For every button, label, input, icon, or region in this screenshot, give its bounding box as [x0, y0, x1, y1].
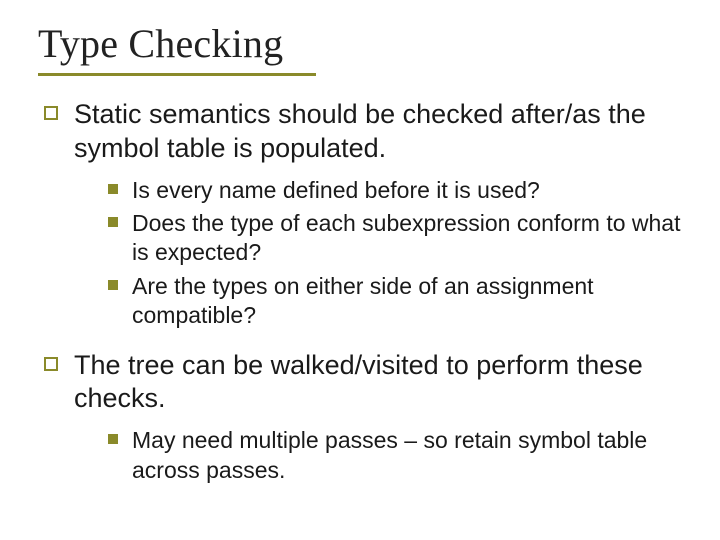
sub-list: May need multiple passes – so retain sym…: [108, 426, 682, 485]
bullet-level2: Is every name defined before it is used?: [108, 176, 682, 205]
sub-list: Is every name defined before it is used?…: [108, 176, 682, 331]
square-solid-icon: [108, 217, 118, 227]
slide: Type Checking Static semantics should be…: [0, 0, 720, 540]
square-outline-icon: [44, 357, 58, 371]
square-solid-icon: [108, 184, 118, 194]
bullet-level2: Does the type of each subexpression conf…: [108, 209, 682, 268]
bullet-text: Is every name defined before it is used?: [132, 176, 540, 205]
square-solid-icon: [108, 280, 118, 290]
bullet-text: Does the type of each subexpression conf…: [132, 209, 682, 268]
bullet-level2: Are the types on either side of an assig…: [108, 272, 682, 331]
bullet-text: Static semantics should be checked after…: [74, 98, 682, 166]
bullet-text: The tree can be walked/visited to perfor…: [74, 349, 682, 417]
bullet-text: Are the types on either side of an assig…: [132, 272, 682, 331]
title-underline: [38, 73, 316, 76]
square-solid-icon: [108, 434, 118, 444]
square-outline-icon: [44, 106, 58, 120]
bullet-level2: May need multiple passes – so retain sym…: [108, 426, 682, 485]
slide-title: Type Checking: [38, 20, 682, 67]
bullet-level1: Static semantics should be checked after…: [38, 98, 682, 166]
bullet-level1: The tree can be walked/visited to perfor…: [38, 349, 682, 417]
bullet-text: May need multiple passes – so retain sym…: [132, 426, 682, 485]
